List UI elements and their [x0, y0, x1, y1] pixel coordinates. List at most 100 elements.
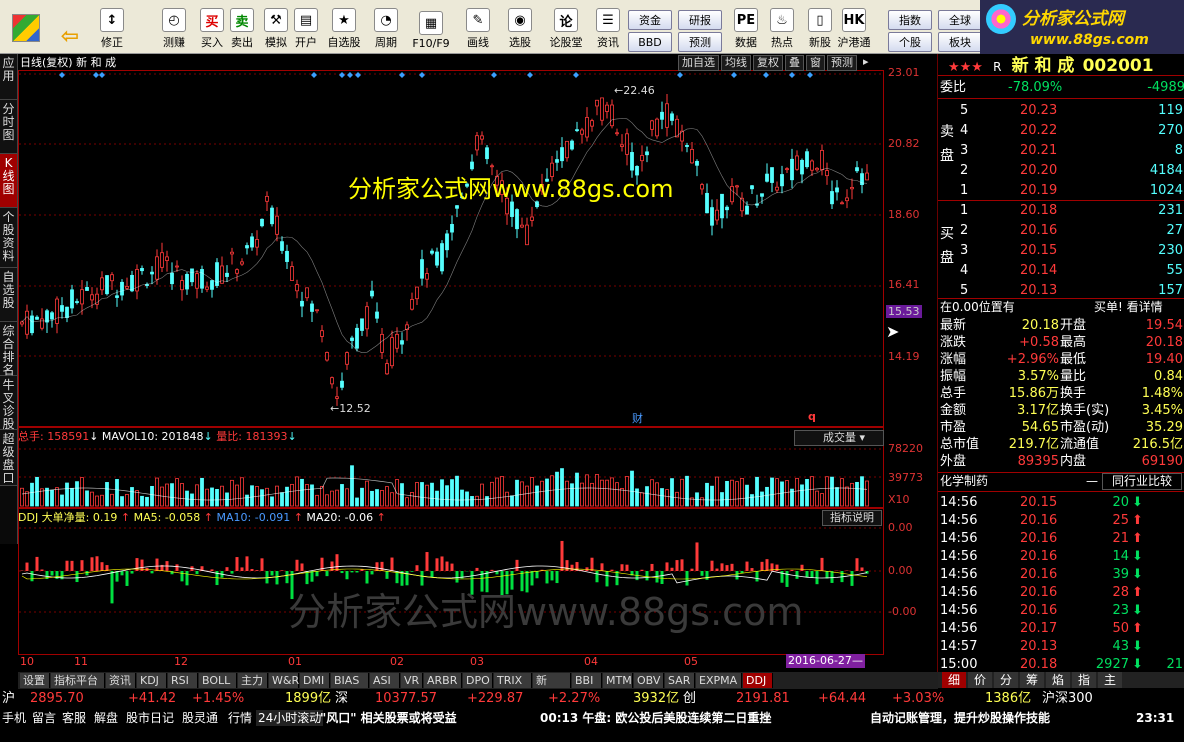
indicator-tab-7[interactable]: W&R	[269, 673, 299, 688]
left-tab-1[interactable]: 分时图	[0, 100, 17, 154]
event-diamond-icon[interactable]	[807, 72, 813, 78]
event-diamond-icon[interactable]	[573, 72, 579, 78]
buy-row[interactable]: 3 20.15 230	[938, 242, 1184, 259]
chart-btn-5[interactable]: 预测	[827, 55, 857, 71]
back-button[interactable]: ⇦	[50, 2, 90, 52]
indicator-tab-18[interactable]: OBV	[634, 673, 664, 688]
status-item-2[interactable]: 客服	[62, 710, 86, 726]
headline-1[interactable]: "风口" 相关股票或将受益	[320, 710, 457, 726]
buy-row[interactable]: 5 20.13 157	[938, 282, 1184, 299]
test-button[interactable]: ◴ 测赚	[154, 2, 194, 52]
indicator-tab-2[interactable]: 资讯	[106, 673, 136, 688]
hot-button[interactable]: ♨ 热点	[762, 2, 802, 52]
sell-row[interactable]: 1 20.19 1024	[938, 182, 1184, 199]
open-button[interactable]: ▤ 开户	[286, 2, 326, 52]
indicator-tab-14[interactable]: TRIX	[494, 673, 532, 688]
indicator-tab-9[interactable]: BIAS	[331, 673, 369, 688]
data-button[interactable]: PE 数据	[726, 2, 766, 52]
event-diamond-icon[interactable]	[347, 72, 353, 78]
kline-chart-area[interactable]: 日线(复权) 新 和 成 加自选 均线 复权叠窗预测 ▸ 分析家公式网www.88gs…	[18, 54, 884, 668]
buy-row[interactable]: 2 20.16 27	[938, 222, 1184, 239]
stock-button[interactable]: 个股	[888, 32, 932, 52]
sell-row[interactable]: 3 20.21 8	[938, 142, 1184, 159]
left-tab-4[interactable]: 自选股	[0, 268, 17, 322]
index-button[interactable]: 指数	[888, 10, 932, 30]
chart-btn-3[interactable]: 叠	[785, 55, 804, 71]
news-button[interactable]: ☰ 资讯	[588, 2, 628, 52]
left-tab-2[interactable]: K线图	[0, 154, 17, 208]
sell-row[interactable]: 4 20.22 270	[938, 122, 1184, 139]
indicator-tab-1[interactable]: 指标平台	[51, 673, 105, 688]
quote-tab-3[interactable]: 筹	[1020, 672, 1044, 688]
status-item-4[interactable]: 股市日记	[126, 710, 174, 726]
sell-row[interactable]: 2 20.20 4184	[938, 162, 1184, 179]
headline-2[interactable]: 00:13 午盘: 欧公投后美股连续第二日重挫	[540, 710, 771, 726]
finance-marker[interactable]: 财	[632, 412, 643, 426]
indicator-tab-15[interactable]: 新DMA	[533, 673, 571, 702]
left-tab-6[interactable]: 牛叉诊股	[0, 376, 17, 431]
quote-tab-1[interactable]: 价	[968, 672, 992, 688]
chart-menu-chevron-icon[interactable]: ▸	[859, 55, 873, 71]
event-diamond-icon[interactable]	[527, 72, 533, 78]
funds-button[interactable]: 资金	[628, 10, 672, 30]
event-diamond-icon[interactable]	[93, 72, 99, 78]
sector-button[interactable]: 板块	[938, 32, 982, 52]
indicator-tab-6[interactable]: 主力	[238, 673, 268, 688]
quote-tab-4[interactable]: 焰	[1046, 672, 1070, 688]
left-tab-0[interactable]: 应用	[0, 54, 17, 100]
chart-btn-1[interactable]: 均线	[721, 55, 751, 71]
period-button[interactable]: ◔ 周期	[366, 2, 406, 52]
indicator-tab-3[interactable]: KDJ	[137, 673, 167, 688]
left-tab-5[interactable]: 综合排名	[0, 322, 17, 377]
event-diamond-icon[interactable]	[399, 72, 405, 78]
event-diamond-icon[interactable]	[763, 72, 769, 78]
indicator-tab-8[interactable]: DMI	[300, 673, 330, 688]
event-diamond-icon[interactable]	[419, 72, 425, 78]
status-item-1[interactable]: 留言	[32, 710, 56, 726]
left-tab-7[interactable]: 超级盘口	[0, 430, 17, 486]
chart-btn-4[interactable]: 窗	[806, 55, 825, 71]
indicator-tab-0[interactable]: 设置	[20, 673, 50, 688]
event-diamond-icon[interactable]	[59, 72, 65, 78]
sell-row[interactable]: 5 20.23 119	[938, 102, 1184, 119]
indicator-tab-21[interactable]: DDJ	[743, 673, 773, 688]
indicator-tab-10[interactable]: ASI	[370, 673, 400, 688]
global-button[interactable]: 全球	[938, 10, 982, 30]
correct-button[interactable]: ↕ 修正	[92, 2, 132, 52]
draw-button[interactable]: ✎ 画线	[458, 2, 498, 52]
q-marker[interactable]: q	[808, 410, 816, 424]
notice-row[interactable]: 在0.00位置有 买单! 看详情	[938, 299, 1184, 316]
indicator-tab-13[interactable]: DPO	[463, 673, 493, 688]
buy-row[interactable]: 1 20.18 231	[938, 202, 1184, 219]
rolling-news-label[interactable]: 24小时滚动	[256, 710, 324, 726]
event-diamond-icon[interactable]	[339, 72, 345, 78]
buy-row[interactable]: 4 20.14 55	[938, 262, 1184, 279]
chart-btn-0[interactable]: 加自选	[678, 55, 719, 71]
status-item-5[interactable]: 股灵通	[182, 710, 218, 726]
event-diamond-icon[interactable]	[311, 72, 317, 78]
industry-compare-button[interactable]: 同行业比较	[1102, 473, 1182, 490]
quote-tab-6[interactable]: 主	[1098, 672, 1122, 688]
indicator-tab-19[interactable]: SAR	[665, 673, 695, 688]
event-diamond-icon[interactable]	[491, 72, 497, 78]
event-diamond-icon[interactable]	[99, 72, 105, 78]
indicator-explain-button[interactable]: 指标说明	[822, 510, 882, 526]
indicator-tab-16[interactable]: BBI	[572, 673, 602, 688]
event-diamond-icon[interactable]	[789, 72, 795, 78]
status-item-6[interactable]: 行情	[228, 710, 252, 726]
forum-button[interactable]: 论论股堂	[546, 2, 586, 52]
bbd-button[interactable]: BBD	[628, 32, 672, 52]
favorites-button[interactable]: ★ 自选股	[324, 2, 364, 52]
chart-btn-2[interactable]: 复权	[753, 55, 783, 71]
indicator-tab-20[interactable]: EXPMA	[696, 673, 742, 688]
quote-tab-0[interactable]: 细	[942, 672, 966, 688]
status-item-3[interactable]: 解盘	[94, 710, 118, 726]
event-diamond-icon[interactable]	[731, 72, 737, 78]
event-diamond-icon[interactable]	[677, 72, 683, 78]
research-button[interactable]: 研报	[678, 10, 722, 30]
event-diamond-icon[interactable]	[355, 72, 361, 78]
quote-tab-2[interactable]: 分	[994, 672, 1018, 688]
quote-tab-5[interactable]: 指	[1072, 672, 1096, 688]
indicator-tab-4[interactable]: RSI	[168, 673, 198, 688]
indicator-tab-11[interactable]: VR	[401, 673, 423, 688]
